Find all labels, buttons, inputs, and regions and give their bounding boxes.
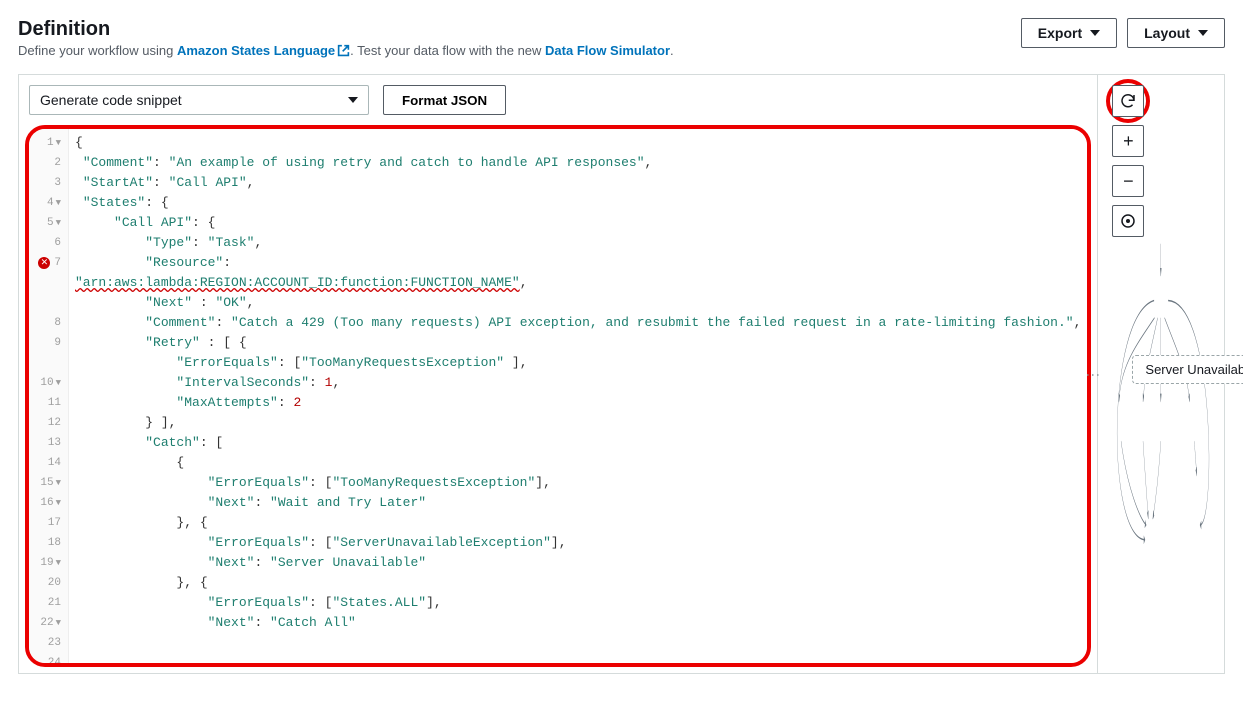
external-link-icon xyxy=(337,44,350,60)
link-asl[interactable]: Amazon States Language xyxy=(177,43,350,58)
error-icon: ✕ xyxy=(38,257,50,269)
code-editor[interactable]: 1▼ 2 3 4▼ 5▼ 6 ✕7 8 9 10▼ 11 12 13 14 15… xyxy=(29,129,1087,663)
export-button[interactable]: Export xyxy=(1021,18,1117,48)
snippet-select[interactable]: Generate code snippet xyxy=(29,85,369,115)
editor-highlight-annotation: 1▼ 2 3 4▼ 5▼ 6 ✕7 8 9 10▼ 11 12 13 14 15… xyxy=(25,125,1091,667)
link-simulator[interactable]: Data Flow Simulator xyxy=(545,43,670,58)
layout-button[interactable]: Layout xyxy=(1127,18,1225,48)
format-json-button[interactable]: Format JSON xyxy=(383,85,506,115)
gutter: 1▼ 2 3 4▼ 5▼ 6 ✕7 8 9 10▼ 11 12 13 14 15… xyxy=(29,129,69,663)
caret-down-icon xyxy=(1198,30,1208,36)
editor-panel: Generate code snippet Format JSON 1▼ 2 3… xyxy=(19,75,1098,673)
graph-panel: + − xyxy=(1098,75,1224,673)
zoom-in-button[interactable]: + xyxy=(1112,125,1144,157)
code-content[interactable]: { "Comment": "An example of using retry … xyxy=(69,129,1087,663)
refresh-icon xyxy=(1119,92,1137,110)
page-subtitle: Define your workflow using Amazon States… xyxy=(18,43,674,60)
node-server-unavailable[interactable]: Server Unavailable xyxy=(1132,355,1243,384)
caret-down-icon xyxy=(1090,30,1100,36)
caret-down-icon xyxy=(348,97,358,103)
page-title: Definition xyxy=(18,18,674,41)
refresh-button[interactable] xyxy=(1112,85,1144,117)
plus-icon: + xyxy=(1123,131,1134,152)
